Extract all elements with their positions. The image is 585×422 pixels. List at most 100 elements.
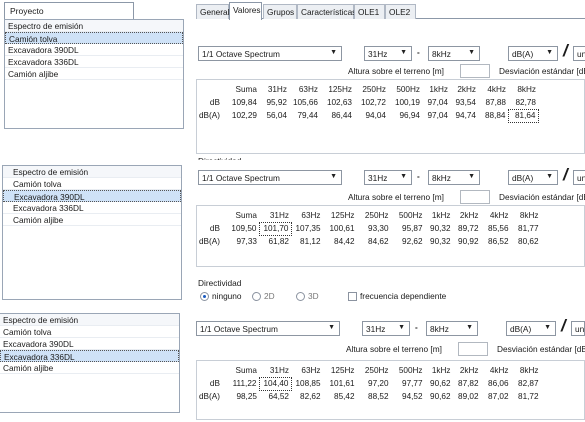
freq-to-select[interactable]: 8kHz ▼: [428, 170, 480, 185]
tab-proyecto[interactable]: Proyecto: [4, 2, 134, 19]
cell[interactable]: 87,88: [479, 96, 509, 109]
tree-item-camion-aljibe[interactable]: Camión aljibe: [5, 68, 183, 80]
cell[interactable]: 108,85: [292, 377, 324, 390]
cell[interactable]: 86,06: [482, 377, 512, 390]
freq-to-select[interactable]: 8kHz ▼: [428, 46, 480, 61]
cell[interactable]: 101,61: [324, 377, 358, 390]
tree-item-excavadora-336dl[interactable]: Excavadora 336DL: [3, 202, 181, 214]
cell[interactable]: 88,52: [358, 390, 392, 403]
cell[interactable]: 94,74: [451, 109, 479, 122]
cell[interactable]: 87,82: [454, 377, 482, 390]
cell[interactable]: 97,20: [358, 377, 392, 390]
freq-from-select[interactable]: 31Hz ▼: [364, 170, 412, 185]
tab-ole1[interactable]: OLE1: [354, 4, 385, 19]
cell[interactable]: 105,66: [290, 96, 321, 109]
cell[interactable]: 61,82: [260, 235, 292, 248]
freq-from-select[interactable]: 31Hz ▼: [364, 46, 412, 61]
cell[interactable]: 84,42: [324, 235, 358, 248]
altura-input[interactable]: [460, 64, 490, 78]
tree-item-camion-tolva[interactable]: Camión tolva: [0, 326, 179, 338]
tree-item-excavadora-390dl[interactable]: Excavadora 390DL: [0, 338, 179, 350]
frecuencia-checkbox[interactable]: [348, 292, 357, 301]
tree-item-camion-aljibe[interactable]: Camión aljibe: [3, 214, 181, 226]
cell[interactable]: 97,77: [392, 377, 426, 390]
weighting-select[interactable]: dB(A) ▼: [508, 170, 558, 185]
tree-item-excavadora-336dl[interactable]: Excavadora 336DL: [5, 56, 183, 68]
cell[interactable]: 97,04: [423, 96, 451, 109]
cell[interactable]: 56,04: [260, 109, 290, 122]
cell[interactable]: 81,77: [512, 222, 542, 235]
tree-item-excavadora-390dl[interactable]: Excavadora 390DL: [3, 190, 181, 202]
cell-selected[interactable]: 81,64: [508, 108, 540, 123]
tab-general[interactable]: General: [196, 4, 230, 19]
cell[interactable]: 82,62: [292, 390, 324, 403]
tree-item-excavadora-336dl[interactable]: Excavadora 336DL: [0, 350, 179, 362]
cell[interactable]: 97,04: [423, 109, 451, 122]
cell[interactable]: 84,62: [358, 235, 392, 248]
cell[interactable]: 82,87: [512, 377, 542, 390]
tab-ole2[interactable]: OLE2: [385, 4, 416, 19]
cell[interactable]: 86,44: [321, 109, 355, 122]
cell[interactable]: 81,12: [292, 235, 324, 248]
cell[interactable]: 79,44: [290, 109, 321, 122]
cell[interactable]: 82,78: [509, 96, 539, 109]
cell[interactable]: 80,62: [512, 235, 542, 248]
cell[interactable]: 102,72: [355, 96, 389, 109]
tree-item-excavadora-390dl[interactable]: Excavadora 390DL: [5, 44, 183, 56]
cell[interactable]: 102,29: [223, 109, 260, 122]
cell[interactable]: 88,84: [479, 109, 509, 122]
tree-item-camion-tolva[interactable]: Camión tolva: [5, 32, 183, 44]
cell[interactable]: 98,25: [223, 390, 260, 403]
unit-select[interactable]: uni: [573, 170, 585, 185]
cell[interactable]: 102,63: [321, 96, 355, 109]
spectrum-select[interactable]: 1/1 Octave Spectrum ▼: [198, 170, 342, 185]
freq-to-select[interactable]: 8kHz ▼: [426, 321, 478, 336]
weighting-select[interactable]: dB(A) ▼: [506, 321, 556, 336]
cell[interactable]: 86,52: [482, 235, 512, 248]
cell[interactable]: 90,62: [426, 390, 454, 403]
cell[interactable]: 90,62: [426, 377, 454, 390]
spectrum-select[interactable]: 1/1 Octave Spectrum ▼: [198, 46, 342, 61]
tree-item-espectro[interactable]: Espectro de emisión: [5, 20, 183, 32]
cell[interactable]: 100,19: [389, 96, 423, 109]
cell[interactable]: 109,50: [223, 222, 260, 235]
cell[interactable]: 95,87: [392, 222, 426, 235]
cell[interactable]: 87,02: [482, 390, 512, 403]
tree-item-espectro[interactable]: Espectro de emisión: [3, 166, 181, 178]
cell[interactable]: 100,61: [324, 222, 358, 235]
cell[interactable]: 90,32: [426, 222, 454, 235]
cell[interactable]: 92,62: [392, 235, 426, 248]
cell[interactable]: 97,33: [223, 235, 260, 248]
cell[interactable]: 109,84: [223, 96, 260, 109]
cell[interactable]: 95,92: [260, 96, 290, 109]
cell[interactable]: 64,52: [260, 390, 292, 403]
cell-selected[interactable]: 104,40: [259, 376, 293, 391]
cell[interactable]: 93,30: [358, 222, 392, 235]
cell[interactable]: 107,35: [292, 222, 324, 235]
tree-item-camion-tolva[interactable]: Camión tolva: [3, 178, 181, 190]
cell[interactable]: 93,54: [451, 96, 479, 109]
tree-item-camion-aljibe[interactable]: Camión aljibe: [0, 362, 179, 374]
altura-input[interactable]: [460, 190, 490, 204]
cell[interactable]: 111,22: [223, 377, 260, 390]
radio-3d[interactable]: [296, 292, 305, 301]
radio-2d[interactable]: [252, 292, 261, 301]
freq-from-select[interactable]: 31Hz ▼: [362, 321, 410, 336]
spectrum-select[interactable]: 1/1 Octave Spectrum ▼: [196, 321, 340, 336]
cell[interactable]: 89,72: [454, 222, 482, 235]
cell[interactable]: 96,94: [389, 109, 423, 122]
cell[interactable]: 90,32: [426, 235, 454, 248]
cell[interactable]: 94,52: [392, 390, 426, 403]
unit-select[interactable]: unid: [571, 321, 585, 336]
weighting-select[interactable]: dB(A) ▼: [508, 46, 558, 61]
tree-item-espectro[interactable]: Espectro de emisión: [0, 314, 179, 326]
radio-ninguno[interactable]: [200, 292, 209, 301]
altura-input[interactable]: [458, 342, 488, 356]
cell-selected[interactable]: 101,70: [259, 221, 293, 236]
tab-valores[interactable]: Valores: [229, 2, 262, 20]
unit-select[interactable]: uni: [573, 46, 585, 61]
cell[interactable]: 89,02: [454, 390, 482, 403]
cell[interactable]: 90,92: [454, 235, 482, 248]
tab-grupos[interactable]: Grupos: [263, 4, 297, 19]
cell[interactable]: 85,56: [482, 222, 512, 235]
